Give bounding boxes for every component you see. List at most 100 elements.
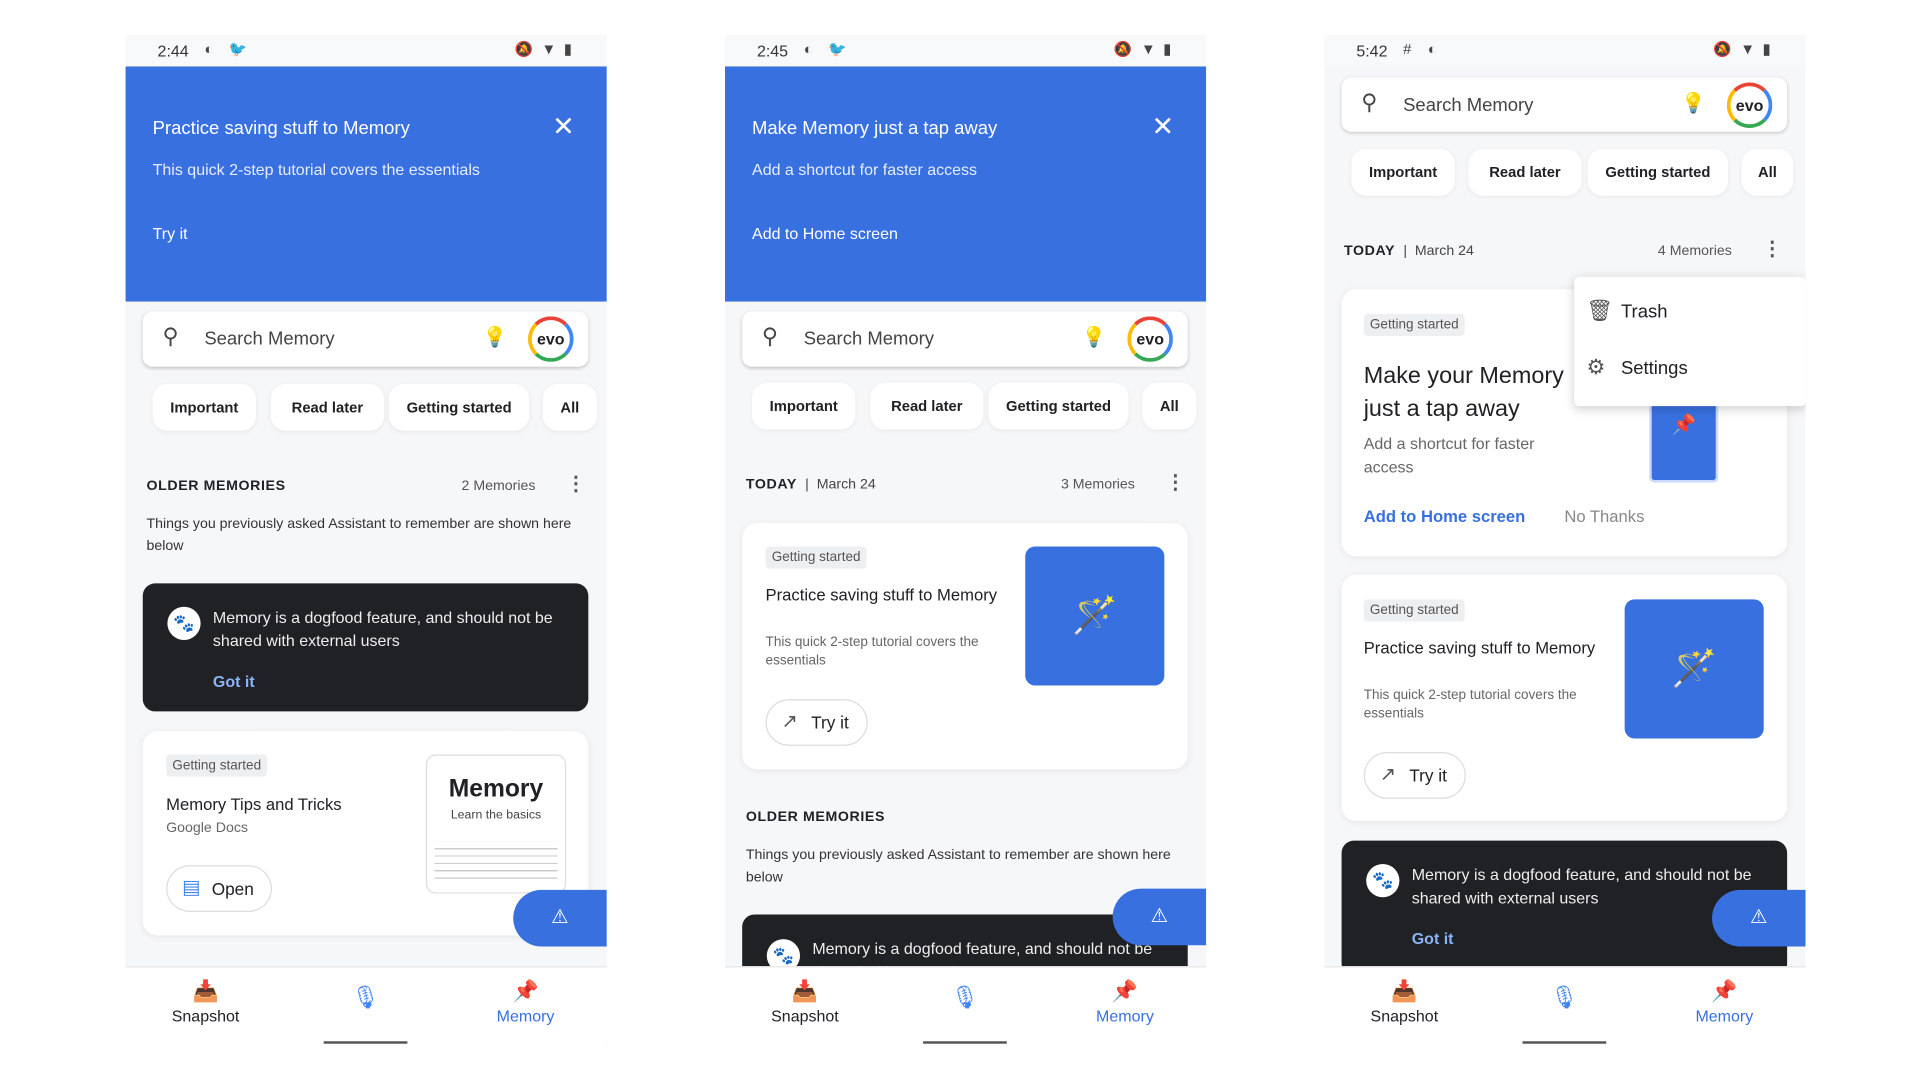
chip-getting-started[interactable]: Getting started [1587,148,1729,196]
nav-snapshot[interactable]: 📥 Snapshot [150,980,261,1026]
bottom-nav: 📥 Snapshot 🎙 📌 Memory [724,966,1207,1047]
status-bar: 2:44 ◐ 🐦 🔕 ▼ ▮ [125,34,607,67]
chip-read-later[interactable]: Read later [1468,148,1582,196]
tutorial-memory-card[interactable]: Getting started Practice saving stuff to… [1341,574,1788,821]
lightbulb-icon[interactable]: 💡 [482,325,507,350]
search-bar[interactable]: ⚲ Search Memory 💡 evo [742,311,1188,367]
status-time: 5:42 [1356,41,1388,61]
close-icon[interactable]: ✕ [552,111,575,143]
tag-label: Getting started [765,546,867,569]
nav-label: Snapshot [171,1006,240,1026]
try-it-label: Try it [811,712,849,733]
more-options-icon[interactable]: ⋮ [566,471,586,496]
battery-icon: ▮ [563,40,572,58]
app-notification-icon: ◐ [204,40,214,58]
try-it-button[interactable]: ↗ Try it [765,699,868,746]
phone-screen-1: 2:44 ◐ 🐦 🔕 ▼ ▮ Practice saving stuff to … [125,34,607,1047]
try-it-link[interactable]: Try it [153,224,188,242]
feedback-button[interactable]: ⚠ [1712,889,1806,947]
menu-label: Settings [1620,358,1688,380]
avatar[interactable]: evo [528,316,574,362]
date-label: March 24 [816,477,876,493]
add-to-home-link[interactable]: Add to Home screen [752,224,898,242]
feedback-button[interactable]: ⚠ [513,889,607,947]
got-it-button[interactable]: Got it [1412,929,1454,947]
memory-count: 2 Memories [461,478,536,494]
nav-memory[interactable]: 📌 Memory [1070,980,1181,1026]
search-input[interactable]: Search Memory [204,329,334,350]
nav-label: Memory [1695,1006,1754,1026]
lightbulb-icon[interactable]: 💡 [1082,325,1107,350]
mic-icon[interactable]: 🎙 [347,985,384,1011]
nav-snapshot[interactable]: 📥 Snapshot [750,980,861,1026]
nav-memory[interactable]: 📌 Memory [1669,980,1780,1026]
open-button[interactable]: ▤ Open [166,865,273,913]
mic-icon[interactable]: 🎙 [946,985,983,1011]
chip-important[interactable]: Important [1351,148,1455,196]
chip-read-later[interactable]: Read later [870,382,984,430]
home-indicator[interactable] [1522,1041,1607,1044]
feedback-icon: ⚠ [1749,907,1768,929]
avatar[interactable]: evo [1726,82,1773,129]
pin-icon: 📌 [512,979,539,1004]
more-options-icon[interactable]: ⋮ [1166,470,1186,495]
close-icon[interactable]: ✕ [1151,111,1174,143]
wifi-icon: ▼ [1140,40,1156,58]
chip-important[interactable]: Important [752,382,856,430]
banner-title: Make Memory just a tap away [752,118,998,140]
lightbulb-icon[interactable]: 💡 [1681,91,1706,116]
chip-getting-started[interactable]: Getting started [988,382,1129,430]
chip-all[interactable]: All [1741,148,1794,196]
status-time: 2:44 [157,41,189,61]
memory-count: 4 Memories [1657,243,1732,259]
paw-icon: 🐾 [167,606,201,641]
dogfood-message: Memory is a dogfood feature, and should … [212,608,553,650]
got-it-button[interactable]: Got it [213,672,255,690]
home-indicator[interactable] [323,1041,408,1044]
try-it-button[interactable]: ↗ Try it [1363,752,1466,799]
tag-label: Getting started [166,754,268,777]
search-bar[interactable]: ⚲ Search Memory 💡 evo [142,311,589,367]
phone-screen-3: 5:42 # ◐ 🔕 ▼ ▮ ⚲ Search Memory 💡 evo Imp… [1324,34,1806,1047]
no-thanks-button[interactable]: No Thanks [1564,507,1644,525]
feedback-icon: ⚠ [551,907,569,929]
chip-important[interactable]: Important [152,384,257,431]
nav-label: Memory [1096,1006,1154,1026]
gear-icon: ⚙ [1586,355,1606,380]
chip-getting-started[interactable]: Getting started [388,384,530,431]
mic-icon[interactable]: 🎙 [1546,985,1583,1011]
tutorial-memory-card[interactable]: Getting started Practice saving stuff to… [742,523,1188,770]
phone-screen-2: 2:45 ◐ 🐦 🔕 ▼ ▮ Make Memory just a tap aw… [724,34,1207,1047]
card-title: Practice saving stuff to Memory [765,585,998,605]
shortcut-banner: Make Memory just a tap away Add a shortc… [724,66,1207,302]
chip-all[interactable]: All [1142,382,1197,430]
add-to-home-button[interactable]: Add to Home screen [1364,507,1526,525]
bell-off-icon: 🔕 [1113,40,1133,58]
feedback-button[interactable]: ⚠ [1112,888,1207,946]
battery-icon: ▮ [1163,40,1172,58]
app-notification-icon: ◐ [1427,40,1437,58]
trash-icon: 🗑 [1586,299,1614,323]
avatar[interactable]: evo [1127,316,1173,362]
date-label: March 24 [1414,243,1474,259]
nav-snapshot[interactable]: 📥 Snapshot [1349,980,1460,1026]
menu-item-trash[interactable]: 🗑 Trash [1574,287,1805,341]
search-input[interactable]: Search Memory [1403,95,1533,116]
tag-label: Getting started [1363,313,1465,337]
banner-subtitle: This quick 2-step tutorial covers the es… [152,160,480,179]
home-indicator[interactable] [923,1041,1007,1044]
chip-all[interactable]: All [542,384,597,431]
nav-memory[interactable]: 📌 Memory [470,980,581,1026]
more-options-icon[interactable]: ⋮ [1763,236,1783,261]
chip-read-later[interactable]: Read later [270,384,385,431]
app-notification-icon: ◐ [803,40,813,58]
dogfood-notice: 🐾 Memory is a dogfood feature, and shoul… [142,583,589,712]
menu-item-settings[interactable]: ⚙ Settings [1574,343,1805,397]
try-it-label: Try it [1409,765,1447,786]
search-bar[interactable]: ⚲ Search Memory 💡 evo [1341,77,1788,132]
overflow-menu: 🗑 Trash ⚙ Settings [1574,276,1806,407]
section-title-older: OLDER MEMORIES [745,809,886,825]
search-icon: ⚲ [1361,89,1378,115]
status-time: 2:45 [756,41,789,61]
search-input[interactable]: Search Memory [804,329,934,350]
